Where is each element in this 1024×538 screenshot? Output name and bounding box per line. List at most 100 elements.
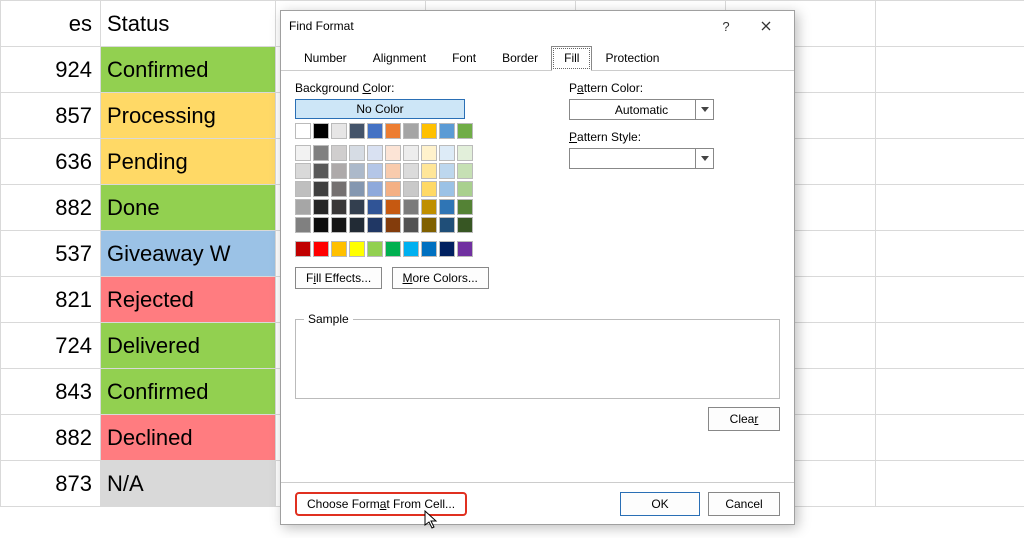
color-swatch[interactable] (295, 145, 311, 161)
color-swatch[interactable] (313, 199, 329, 215)
tab-number[interactable]: Number (291, 46, 360, 71)
color-swatch[interactable] (457, 199, 473, 215)
cell-number[interactable]: 924 (1, 47, 101, 93)
color-swatch[interactable] (313, 241, 329, 257)
ok-button[interactable]: OK (620, 492, 700, 516)
cell-status[interactable]: Rejected (101, 277, 276, 323)
cell-status[interactable]: Done (101, 185, 276, 231)
color-swatch[interactable] (349, 181, 365, 197)
color-swatch[interactable] (331, 217, 347, 233)
color-swatch[interactable] (367, 123, 383, 139)
cell-number[interactable]: 857 (1, 93, 101, 139)
color-swatch[interactable] (295, 199, 311, 215)
color-swatch[interactable] (421, 217, 437, 233)
color-swatch[interactable] (349, 145, 365, 161)
color-swatch[interactable] (313, 123, 329, 139)
tab-font[interactable]: Font (439, 46, 489, 71)
color-swatch[interactable] (349, 163, 365, 179)
cell-number[interactable]: 882 (1, 185, 101, 231)
color-swatch[interactable] (349, 241, 365, 257)
color-swatch[interactable] (331, 163, 347, 179)
cancel-button[interactable]: Cancel (708, 492, 780, 516)
color-swatch[interactable] (403, 123, 419, 139)
color-swatch[interactable] (421, 241, 437, 257)
tab-protection[interactable]: Protection (592, 46, 672, 71)
color-swatch[interactable] (367, 163, 383, 179)
color-swatch[interactable] (439, 123, 455, 139)
color-swatch[interactable] (403, 217, 419, 233)
color-swatch[interactable] (403, 145, 419, 161)
color-swatch[interactable] (439, 241, 455, 257)
cell-number[interactable]: 882 (1, 415, 101, 461)
cell-status[interactable]: Declined (101, 415, 276, 461)
color-swatch[interactable] (331, 241, 347, 257)
pattern-color-combo[interactable]: Automatic (569, 99, 714, 120)
tab-alignment[interactable]: Alignment (360, 46, 439, 71)
cell-number[interactable]: 724 (1, 323, 101, 369)
color-swatch[interactable] (349, 217, 365, 233)
color-swatch[interactable] (349, 123, 365, 139)
color-swatch[interactable] (421, 123, 437, 139)
color-swatch[interactable] (295, 163, 311, 179)
color-swatch[interactable] (439, 145, 455, 161)
color-swatch[interactable] (295, 241, 311, 257)
color-swatch[interactable] (403, 241, 419, 257)
color-swatch[interactable] (331, 199, 347, 215)
help-button[interactable]: ? (706, 12, 746, 40)
color-swatch[interactable] (403, 163, 419, 179)
color-swatch[interactable] (367, 199, 383, 215)
cell-number[interactable]: 537 (1, 231, 101, 277)
color-swatch[interactable] (367, 181, 383, 197)
color-swatch[interactable] (385, 163, 401, 179)
color-swatch[interactable] (421, 181, 437, 197)
color-swatch[interactable] (385, 145, 401, 161)
color-swatch[interactable] (457, 241, 473, 257)
cell-status[interactable]: Pending (101, 139, 276, 185)
color-swatch[interactable] (385, 241, 401, 257)
cell-number[interactable]: 821 (1, 277, 101, 323)
cell-status[interactable]: Processing (101, 93, 276, 139)
cell-number[interactable]: 873 (1, 461, 101, 507)
cell-status[interactable]: N/A (101, 461, 276, 507)
column-header[interactable]: Status (101, 1, 276, 47)
color-swatch[interactable] (439, 163, 455, 179)
color-swatch[interactable] (403, 181, 419, 197)
cell-number[interactable]: 636 (1, 139, 101, 185)
color-swatch[interactable] (385, 181, 401, 197)
color-swatch[interactable] (439, 199, 455, 215)
cell-status[interactable]: Delivered (101, 323, 276, 369)
color-swatch[interactable] (331, 181, 347, 197)
color-swatch[interactable] (421, 163, 437, 179)
more-colors-button[interactable]: More Colors... (392, 267, 489, 289)
color-swatch[interactable] (385, 199, 401, 215)
color-swatch[interactable] (457, 145, 473, 161)
tab-fill[interactable]: Fill (551, 46, 592, 71)
color-swatch[interactable] (331, 145, 347, 161)
close-button[interactable] (746, 12, 786, 40)
color-swatch[interactable] (457, 217, 473, 233)
color-swatch[interactable] (295, 181, 311, 197)
color-swatch[interactable] (421, 145, 437, 161)
cell-status[interactable]: Giveaway W (101, 231, 276, 277)
color-swatch[interactable] (313, 145, 329, 161)
color-swatch[interactable] (367, 217, 383, 233)
pattern-style-combo[interactable] (569, 148, 714, 169)
color-swatch[interactable] (295, 217, 311, 233)
tab-border[interactable]: Border (489, 46, 551, 71)
color-swatch[interactable] (349, 199, 365, 215)
color-swatch[interactable] (367, 241, 383, 257)
column-header[interactable]: es (1, 1, 101, 47)
cell-status[interactable]: Confirmed (101, 47, 276, 93)
color-swatch[interactable] (457, 181, 473, 197)
fill-effects-button[interactable]: Fill Effects... (295, 267, 382, 289)
color-swatch[interactable] (331, 123, 347, 139)
color-swatch[interactable] (385, 217, 401, 233)
no-color-button[interactable]: No Color (295, 99, 465, 119)
cell-number[interactable]: 843 (1, 369, 101, 415)
choose-format-from-cell-button[interactable]: Choose Format From Cell... (295, 492, 467, 516)
color-swatch[interactable] (385, 123, 401, 139)
color-swatch[interactable] (457, 163, 473, 179)
color-swatch[interactable] (421, 199, 437, 215)
color-swatch[interactable] (403, 199, 419, 215)
color-swatch[interactable] (367, 145, 383, 161)
